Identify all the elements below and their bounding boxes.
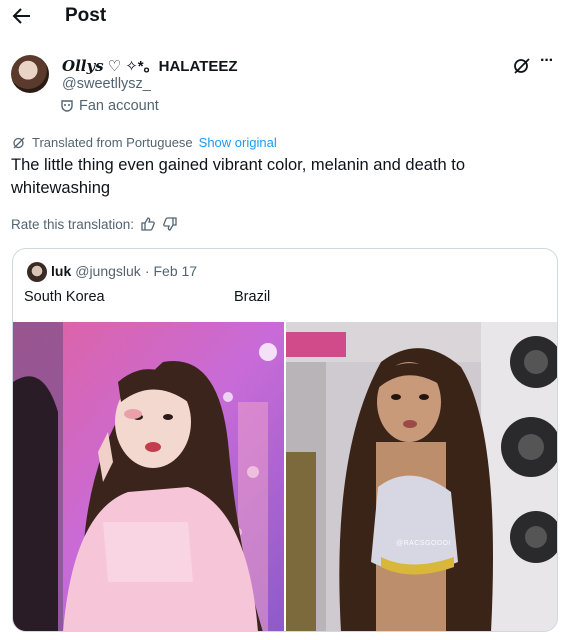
grok-icon[interactable] bbox=[512, 56, 532, 76]
quote-author-name[interactable]: luk bbox=[51, 263, 71, 279]
author-name-rest: ♡ ✧*。HALATEEZ bbox=[107, 58, 238, 75]
image-brazil[interactable]: @RACSGODOI bbox=[286, 322, 557, 631]
image-south-korea[interactable] bbox=[13, 322, 284, 631]
thumbs-up-icon[interactable] bbox=[140, 216, 156, 232]
arrow-left-icon[interactable] bbox=[10, 4, 34, 28]
quote-separator: · bbox=[144, 263, 150, 279]
show-original-link[interactable]: Show original bbox=[199, 135, 277, 150]
quote-right-label: Brazil bbox=[234, 289, 271, 305]
more-icon[interactable]: ··· bbox=[540, 52, 558, 72]
quote-meta: luk @jungsluk · Feb 17 bbox=[51, 263, 197, 279]
fan-account-label: Fan account bbox=[79, 98, 159, 114]
watermark: @RACSGODOI bbox=[396, 540, 451, 547]
thumbs-down-icon[interactable] bbox=[162, 216, 178, 232]
top-bar: Post bbox=[0, 0, 577, 34]
tweet-text: The little thing even gained vibrant col… bbox=[11, 156, 466, 197]
quoted-post[interactable]: luk @jungsluk · Feb 17 South Korea Brazi… bbox=[12, 248, 558, 632]
quote-left-label: South Korea bbox=[24, 289, 105, 305]
author-name-italic: Ollys bbox=[62, 56, 104, 75]
photo-left bbox=[13, 322, 284, 631]
avatar[interactable] bbox=[11, 55, 49, 93]
quote-handle[interactable]: @jungsluk bbox=[75, 263, 141, 279]
page-title: Post bbox=[65, 5, 107, 26]
quote-avatar[interactable] bbox=[27, 262, 47, 282]
rate-label: Rate this translation: bbox=[11, 216, 135, 232]
translated-label: Translated from Portuguese bbox=[32, 135, 193, 150]
photo-right bbox=[286, 322, 557, 631]
quote-date[interactable]: Feb 17 bbox=[153, 263, 197, 279]
translation-notice: Translated from Portuguese Show original bbox=[12, 135, 277, 150]
translate-icon bbox=[13, 137, 25, 148]
fan-account-badge: Fan account bbox=[60, 98, 159, 114]
author-name[interactable]: Ollys ♡ ✧*。HALATEEZ bbox=[62, 55, 238, 76]
mask-icon bbox=[61, 100, 73, 112]
author-handle[interactable]: @sweetllysz_ bbox=[62, 76, 151, 92]
rate-translation: Rate this translation: bbox=[11, 216, 178, 232]
